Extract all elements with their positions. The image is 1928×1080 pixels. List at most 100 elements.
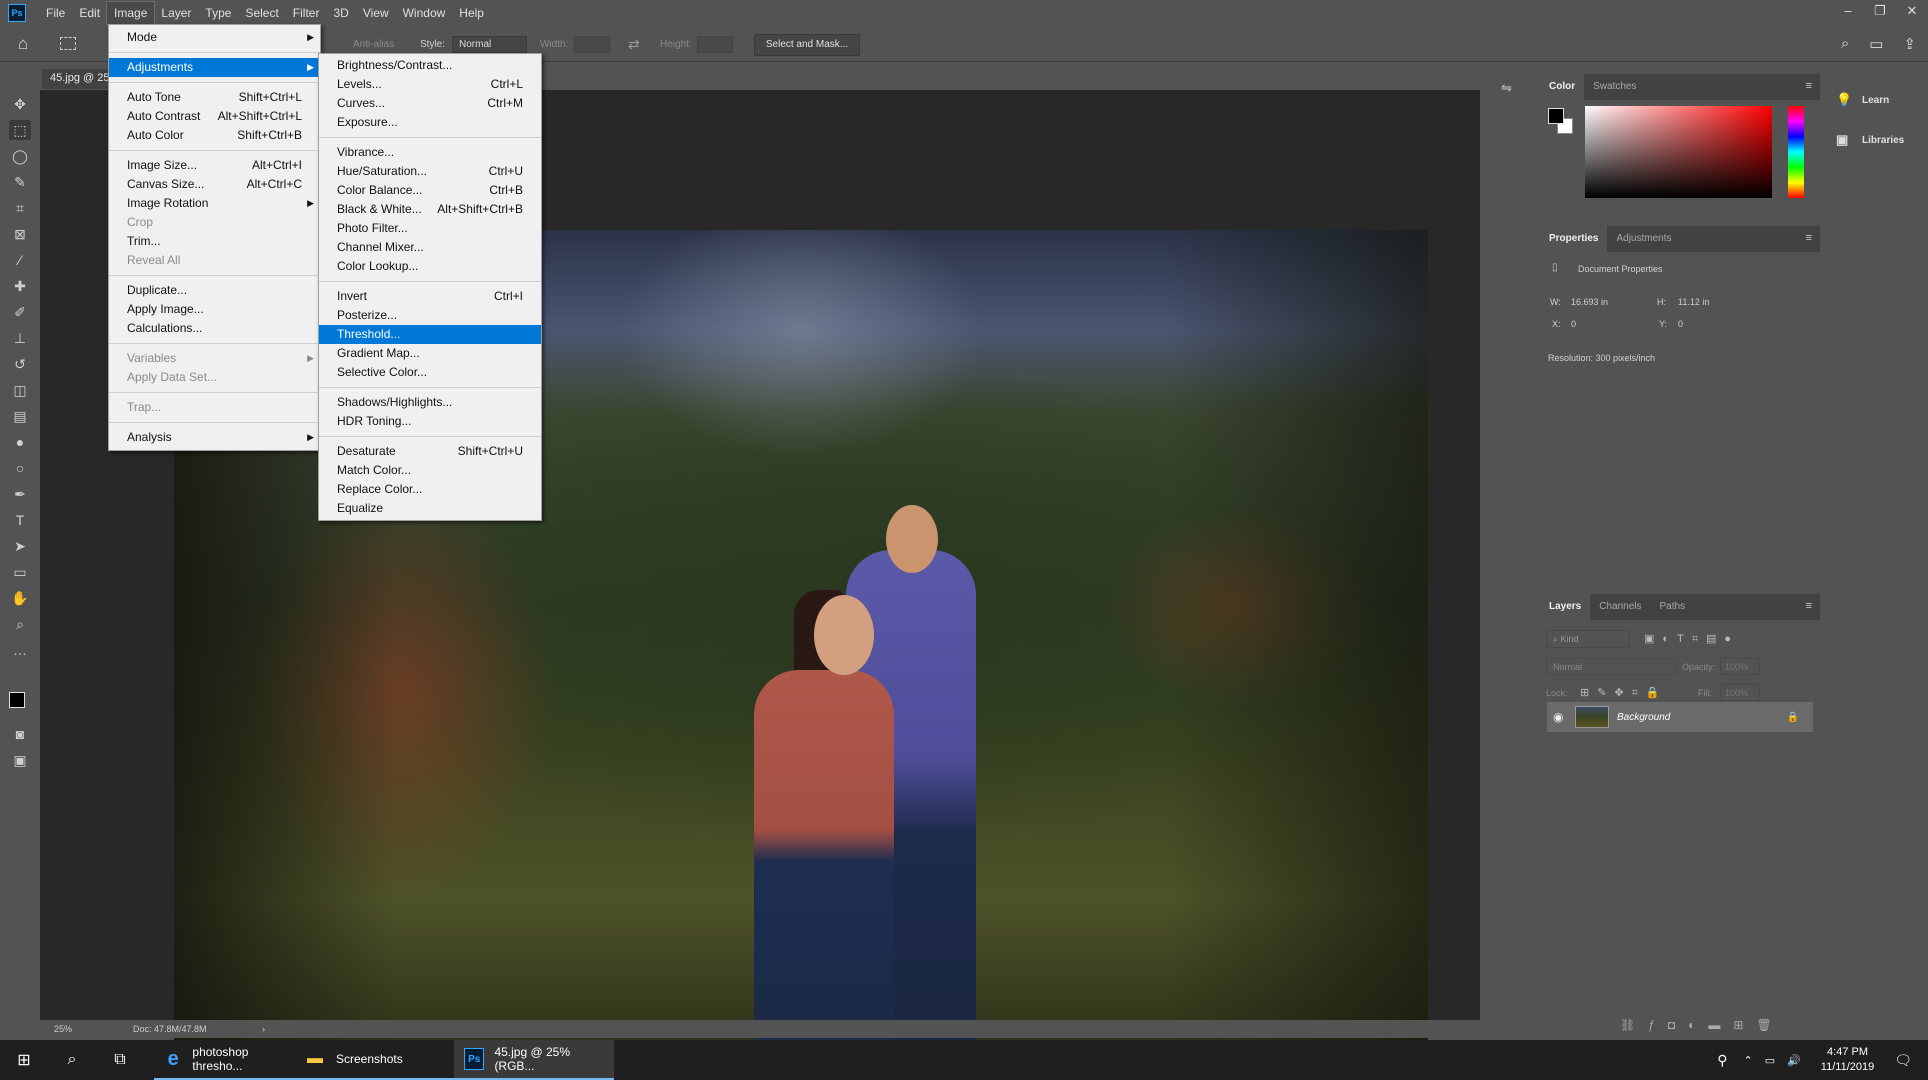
- clone-stamp-icon[interactable]: ⊥: [9, 328, 31, 348]
- layer-filter-icons[interactable]: ▣◐T⌗▤●: [1644, 632, 1739, 646]
- style-select[interactable]: Normal: [452, 36, 527, 53]
- tab-layers[interactable]: Layers: [1540, 594, 1591, 620]
- taskbar-app-edge[interactable]: e photoshop thresho...: [154, 1040, 294, 1080]
- menu-select[interactable]: Select: [238, 2, 285, 24]
- menu-layer[interactable]: Layer: [154, 2, 198, 24]
- zoom-icon[interactable]: ⌕: [9, 614, 31, 634]
- blur-icon[interactable]: ●: [9, 432, 31, 452]
- menu-item-calculations[interactable]: Calculations...: [109, 319, 320, 338]
- menu-item-match-color[interactable]: Match Color...: [319, 461, 541, 480]
- menu-item-brightness-contrast[interactable]: Brightness/Contrast...: [319, 56, 541, 75]
- panel-menu-icon[interactable]: ≡: [1806, 600, 1812, 612]
- menu-item-posterize[interactable]: Posterize...: [319, 306, 541, 325]
- eyedropper-icon[interactable]: ⁄: [9, 250, 31, 270]
- move-tool-icon[interactable]: ✥: [9, 94, 31, 114]
- menu-item-trim[interactable]: Trim...: [109, 232, 320, 251]
- menu-item-channel-mixer[interactable]: Channel Mixer...: [319, 238, 541, 257]
- menu-item-equalize[interactable]: Equalize: [319, 499, 541, 518]
- tab-adjustments[interactable]: Adjustments: [1607, 226, 1680, 252]
- eraser-icon[interactable]: ◫: [9, 380, 31, 400]
- color-field[interactable]: [1585, 106, 1772, 198]
- tab-properties[interactable]: Properties: [1540, 226, 1608, 252]
- y-value[interactable]: 0: [1678, 319, 1683, 329]
- close-icon[interactable]: ✕: [1896, 0, 1928, 22]
- width-value[interactable]: 16.693 in: [1571, 297, 1608, 307]
- menu-item-apply-image[interactable]: Apply Image...: [109, 300, 320, 319]
- menu-help[interactable]: Help: [452, 2, 491, 24]
- quick-selection-icon[interactable]: ✎: [9, 172, 31, 192]
- search-icon[interactable]: ⌕: [1841, 35, 1849, 53]
- type-tool-icon[interactable]: T: [9, 510, 31, 530]
- menu-image[interactable]: Image: [106, 0, 156, 25]
- task-view-icon[interactable]: ⧉: [96, 1040, 144, 1080]
- panel-menu-icon[interactable]: ≡: [1806, 80, 1812, 92]
- lock-icons[interactable]: ⊞✎✥⌗🔒: [1580, 686, 1668, 700]
- workspace-icon[interactable]: ▭: [1869, 35, 1883, 53]
- clock[interactable]: 4:47 PM 11/11/2019: [1821, 1045, 1874, 1075]
- menu-item-levels[interactable]: Levels... Ctrl+L: [319, 75, 541, 94]
- zoom-level[interactable]: 25%: [54, 1024, 72, 1034]
- menu-item-adjustments[interactable]: Adjustments ▶: [109, 58, 320, 77]
- tab-color[interactable]: Color: [1540, 74, 1585, 100]
- menu-item-shadows-highlights[interactable]: Shadows/Highlights...: [319, 393, 541, 412]
- menu-item-color-lookup[interactable]: Color Lookup...: [319, 257, 541, 276]
- menu-item-hue-saturation[interactable]: Hue/Saturation... Ctrl+U: [319, 162, 541, 181]
- menu-item-duplicate[interactable]: Duplicate...: [109, 281, 320, 300]
- tab-swatches[interactable]: Swatches: [1584, 74, 1645, 100]
- lasso-icon[interactable]: ◯: [9, 146, 31, 166]
- menu-view[interactable]: View: [356, 2, 396, 24]
- gradient-icon[interactable]: ▤: [9, 406, 31, 426]
- menu-edit[interactable]: Edit: [72, 2, 107, 24]
- minimize-icon[interactable]: –: [1832, 0, 1864, 22]
- menu-item-image-rotation[interactable]: Image Rotation ▶: [109, 194, 320, 213]
- frame-icon[interactable]: ⊠: [9, 224, 31, 244]
- fill-field[interactable]: 100%: [1720, 684, 1760, 701]
- menu-window[interactable]: Window: [396, 2, 453, 24]
- document-tab[interactable]: 45.jpg @ 25% (RGB/8): [42, 69, 112, 89]
- opacity-field[interactable]: 100%: [1720, 658, 1760, 675]
- notification-icon[interactable]: 🗨: [1894, 1052, 1912, 1069]
- tab-paths[interactable]: Paths: [1651, 594, 1695, 620]
- status-arrow-icon[interactable]: ›: [262, 1024, 265, 1034]
- libraries-button[interactable]: ▣ Libraries: [1826, 120, 1928, 160]
- menu-item-black-white[interactable]: Black & White... Alt+Shift+Ctrl+B: [319, 200, 541, 219]
- search-icon[interactable]: ⌕: [48, 1040, 96, 1080]
- menu-type[interactable]: Type: [198, 2, 238, 24]
- screen-mode-icon[interactable]: ▣: [9, 750, 31, 770]
- marquee-tool-icon[interactable]: [60, 37, 76, 50]
- volume-icon[interactable]: 🔊: [1787, 1054, 1801, 1067]
- menu-3d[interactable]: 3D: [326, 2, 355, 24]
- tab-channels[interactable]: Channels: [1590, 594, 1650, 620]
- menu-item-desaturate[interactable]: Desaturate Shift+Ctrl+U: [319, 442, 541, 461]
- swap-icon[interactable]: ⇄: [628, 36, 640, 53]
- network-icon[interactable]: ▭: [1765, 1054, 1775, 1067]
- menu-item-mode[interactable]: Mode ▶: [109, 28, 320, 47]
- layer-actions-bar[interactable]: ⛓ƒ◘◐▬⊞🗑: [1620, 1018, 1785, 1032]
- menu-item-auto-contrast[interactable]: Auto Contrast Alt+Shift+Ctrl+L: [109, 107, 320, 126]
- quick-mask-icon[interactable]: ◙: [9, 724, 31, 744]
- layer-row-background[interactable]: ◉ Background 🔒: [1547, 702, 1813, 732]
- panel-menu-icon[interactable]: ≡: [1806, 232, 1812, 244]
- more-tools-icon[interactable]: …: [9, 640, 31, 660]
- menu-item-image-size[interactable]: Image Size... Alt+Ctrl+I: [109, 156, 320, 175]
- menu-item-photo-filter[interactable]: Photo Filter...: [319, 219, 541, 238]
- menu-filter[interactable]: Filter: [286, 2, 327, 24]
- menu-item-canvas-size[interactable]: Canvas Size... Alt+Ctrl+C: [109, 175, 320, 194]
- width-field[interactable]: [574, 36, 610, 53]
- height-value[interactable]: 11.12 in: [1678, 297, 1709, 307]
- share-icon[interactable]: ⇪: [1903, 35, 1916, 53]
- taskbar-app-photoshop[interactable]: Ps 45.jpg @ 25% (RGB...: [454, 1040, 614, 1080]
- hand-icon[interactable]: ✋: [9, 588, 31, 608]
- menu-item-selective-color[interactable]: Selective Color...: [319, 363, 541, 382]
- menu-item-replace-color[interactable]: Replace Color...: [319, 480, 541, 499]
- chevron-up-icon[interactable]: ⌃: [1743, 1054, 1752, 1067]
- menu-item-gradient-map[interactable]: Gradient Map...: [319, 344, 541, 363]
- visibility-eye-icon[interactable]: ◉: [1553, 710, 1563, 724]
- home-icon[interactable]: ⌂: [18, 34, 28, 54]
- menu-item-auto-color[interactable]: Auto Color Shift+Ctrl+B: [109, 126, 320, 145]
- menu-item-color-balance[interactable]: Color Balance... Ctrl+B: [319, 181, 541, 200]
- rectangle-tool-icon[interactable]: ▭: [9, 562, 31, 582]
- menu-item-analysis[interactable]: Analysis ▶: [109, 428, 320, 447]
- blend-mode-select[interactable]: Normal: [1546, 658, 1676, 675]
- people-icon[interactable]: ⚲: [1717, 1052, 1727, 1069]
